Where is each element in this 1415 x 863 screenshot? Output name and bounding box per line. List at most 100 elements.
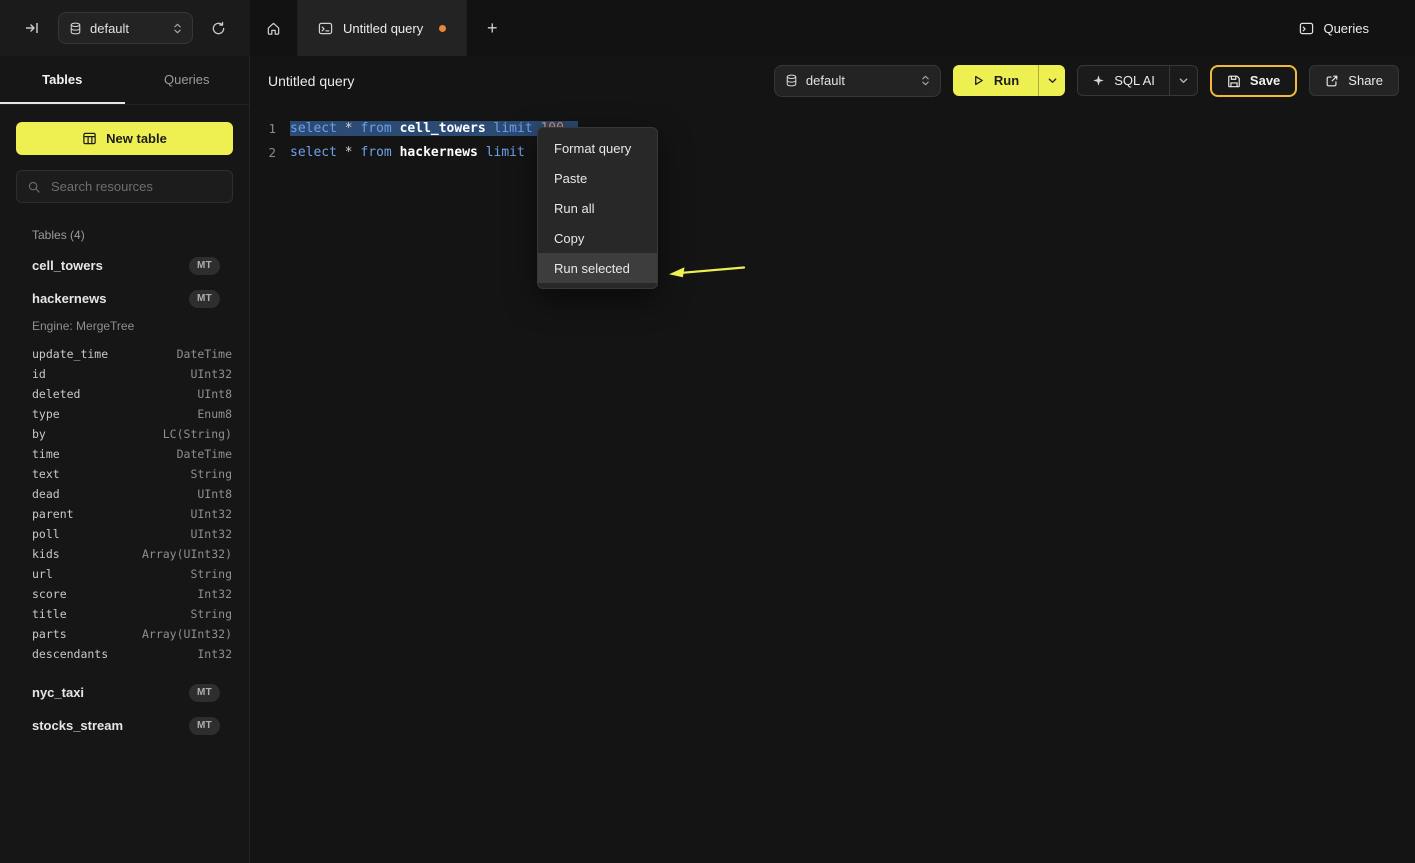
unsaved-dot bbox=[439, 25, 446, 32]
main-area: Untitled query default Run bbox=[250, 56, 1415, 863]
chevron-down-icon bbox=[1047, 75, 1058, 86]
column-type: Array(UInt32) bbox=[142, 627, 232, 641]
run-button[interactable]: Run bbox=[953, 65, 1038, 96]
engine-badge: MT bbox=[189, 717, 220, 735]
run-button-label: Run bbox=[994, 73, 1019, 88]
column-row[interactable]: urlString bbox=[0, 564, 249, 584]
save-icon bbox=[1227, 74, 1241, 88]
database-selector[interactable]: default bbox=[58, 12, 193, 44]
column-type: String bbox=[190, 607, 232, 621]
column-row[interactable]: idUInt32 bbox=[0, 364, 249, 384]
refresh-icon[interactable] bbox=[207, 17, 230, 40]
table-name: cell_towers bbox=[32, 258, 103, 273]
column-row[interactable]: deletedUInt8 bbox=[0, 384, 249, 404]
database-icon bbox=[785, 74, 798, 87]
line-number: 1 bbox=[262, 121, 276, 136]
sparkle-icon bbox=[1092, 74, 1105, 87]
table-name: nyc_taxi bbox=[32, 685, 84, 700]
table-row-stocks-stream[interactable]: stocks_stream MT bbox=[0, 709, 249, 742]
run-button-group: Run bbox=[953, 65, 1065, 96]
column-row[interactable]: parts Array(UInt32) bbox=[0, 624, 249, 644]
column-row[interactable]: typeEnum8 bbox=[0, 404, 249, 424]
new-table-label: New table bbox=[106, 131, 167, 146]
database-icon bbox=[69, 22, 82, 35]
run-options-caret[interactable] bbox=[1038, 65, 1065, 96]
menu-item-run-selected[interactable]: Run selected bbox=[538, 253, 657, 283]
queries-button-label: Queries bbox=[1323, 21, 1369, 36]
column-name: dead bbox=[32, 487, 60, 501]
database-selector-value: default bbox=[90, 21, 165, 36]
sidebar-tabs: Tables Queries bbox=[0, 56, 249, 105]
collapse-sidebar-icon[interactable] bbox=[20, 16, 44, 40]
play-icon bbox=[972, 74, 985, 87]
column-type: UInt32 bbox=[190, 507, 232, 521]
sql-ai-label: SQL AI bbox=[1114, 73, 1155, 88]
queries-button[interactable]: Queries bbox=[1293, 20, 1375, 37]
column-type: LC(String) bbox=[163, 427, 232, 441]
home-button[interactable] bbox=[250, 0, 297, 56]
code-lines: 1select * from cell_towers limit 1002sel… bbox=[250, 116, 1415, 164]
table-row-nyc-taxi[interactable]: nyc_taxi MT bbox=[0, 676, 249, 709]
context-menu: Format queryPasteRun allCopyRun selected bbox=[537, 127, 658, 289]
column-type: UInt32 bbox=[190, 527, 232, 541]
sidebar-tab-tables[interactable]: Tables bbox=[0, 56, 125, 104]
column-name: deleted bbox=[32, 387, 80, 401]
column-type: Int32 bbox=[197, 647, 232, 661]
column-row[interactable]: deadUInt8 bbox=[0, 484, 249, 504]
column-type: UInt32 bbox=[190, 367, 232, 381]
column-row[interactable]: pollUInt32 bbox=[0, 524, 249, 544]
code-line-text[interactable]: select * from hackernews limit bbox=[290, 145, 525, 160]
column-row[interactable]: scoreInt32 bbox=[0, 584, 249, 604]
sql-ai-caret[interactable] bbox=[1169, 66, 1197, 95]
tab-untitled-query[interactable]: Untitled query bbox=[297, 0, 467, 56]
column-name: score bbox=[32, 587, 67, 601]
table-list: cell_towers MT hackernews MT Engine: Mer… bbox=[0, 249, 249, 742]
column-row[interactable]: descendants Int32 bbox=[0, 644, 249, 664]
column-row[interactable]: kidsArray(UInt32) bbox=[0, 544, 249, 564]
sidebar-tab-queries[interactable]: Queries bbox=[125, 56, 250, 104]
share-button-label: Share bbox=[1348, 73, 1383, 88]
sidebar: Tables Queries New table Tables (4) cell… bbox=[0, 56, 250, 863]
column-name: title bbox=[32, 607, 67, 621]
hackernews-columns: update_timeDateTimeidUInt32deletedUInt8t… bbox=[0, 344, 249, 664]
column-type: DateTime bbox=[177, 447, 232, 461]
engine-badge: MT bbox=[189, 257, 220, 275]
menu-item-format-query[interactable]: Format query bbox=[538, 133, 657, 163]
search-box bbox=[16, 170, 233, 203]
save-button[interactable]: Save bbox=[1210, 65, 1297, 97]
table-row-cell-towers[interactable]: cell_towers MT bbox=[0, 249, 249, 282]
updown-chevrons-icon bbox=[921, 74, 930, 87]
table-row-hackernews[interactable]: hackernews MT bbox=[0, 282, 249, 315]
sql-editor[interactable]: 1select * from cell_towers limit 1002sel… bbox=[250, 105, 1415, 164]
column-row[interactable]: parentUInt32 bbox=[0, 504, 249, 524]
table-grid-icon bbox=[82, 131, 97, 146]
code-line-text[interactable]: select * from cell_towers limit 100 bbox=[290, 121, 578, 136]
share-button[interactable]: Share bbox=[1309, 65, 1399, 96]
topbar: default Untitled query + Queries bbox=[0, 0, 1415, 56]
menu-item-run-all[interactable]: Run all bbox=[538, 193, 657, 223]
query-database-selector[interactable]: default bbox=[774, 65, 941, 97]
engine-badge: MT bbox=[189, 684, 220, 702]
search-input[interactable] bbox=[49, 178, 222, 195]
column-type: Enum8 bbox=[197, 407, 232, 421]
new-tab-button[interactable]: + bbox=[467, 0, 517, 56]
query-icon bbox=[318, 21, 333, 36]
column-row[interactable]: byLC(String) bbox=[0, 424, 249, 444]
tables-section-header: Tables (4) bbox=[0, 228, 249, 242]
column-row[interactable]: update_timeDateTime bbox=[0, 344, 249, 364]
column-row[interactable]: time DateTime bbox=[0, 444, 249, 464]
column-row[interactable]: textString bbox=[0, 464, 249, 484]
sql-ai-button-group: SQL AI bbox=[1077, 65, 1198, 96]
column-row[interactable]: title String bbox=[0, 604, 249, 624]
menu-item-paste[interactable]: Paste bbox=[538, 163, 657, 193]
column-name: descendants bbox=[32, 647, 108, 661]
new-table-button[interactable]: New table bbox=[16, 122, 233, 155]
sql-ai-button[interactable]: SQL AI bbox=[1078, 66, 1169, 95]
column-name: time bbox=[32, 447, 60, 461]
table-name: hackernews bbox=[32, 291, 106, 306]
column-name: parts bbox=[32, 627, 67, 641]
column-name: kids bbox=[32, 547, 60, 561]
menu-item-copy[interactable]: Copy bbox=[538, 223, 657, 253]
chevron-down-icon bbox=[1178, 75, 1189, 86]
tab-label: Untitled query bbox=[343, 21, 423, 36]
